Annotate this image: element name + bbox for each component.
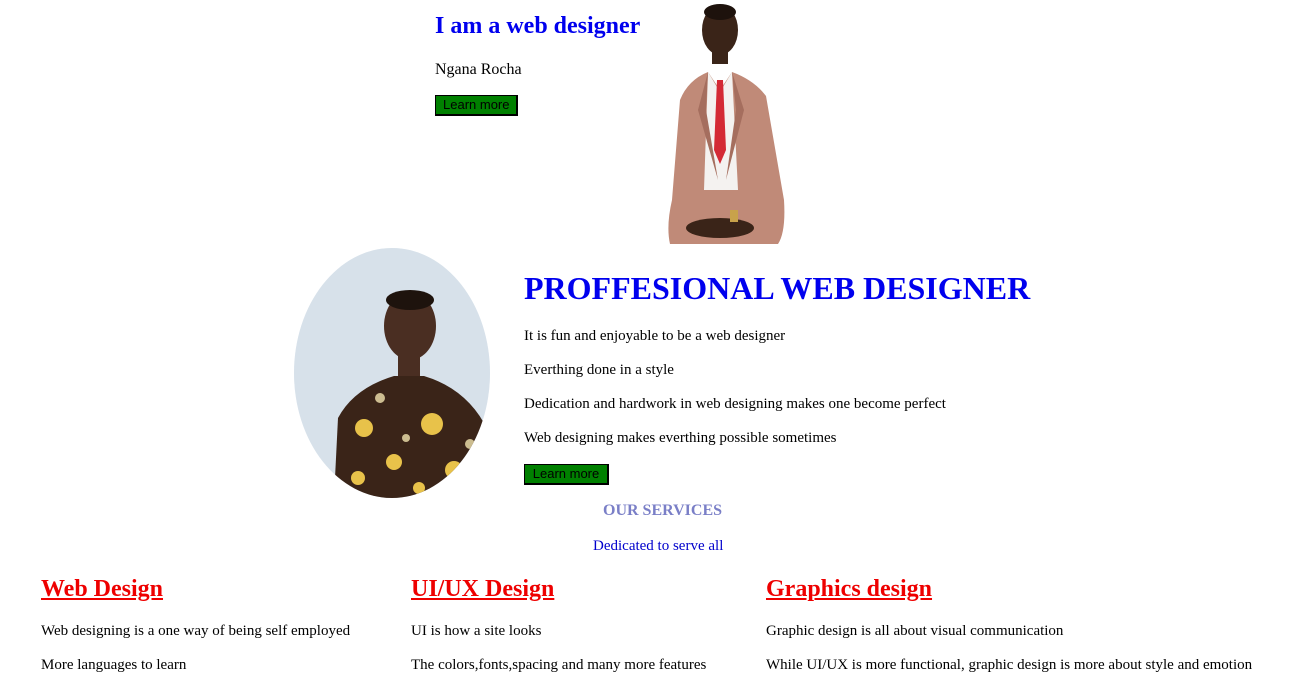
- profile-line: It is fun and enjoyable to be a web desi…: [524, 328, 786, 344]
- hero-title: I am a web designer: [435, 13, 641, 39]
- service-line: Web designing is a one way of being self…: [41, 623, 351, 639]
- hero-name: Ngana Rocha: [435, 61, 522, 78]
- hero-portrait-image: [668, 4, 785, 244]
- services-title: OUR SERVICES: [603, 502, 723, 519]
- profile-line: Dedication and hardwork in web designing…: [524, 396, 946, 412]
- profile-learn-more-button[interactable]: Learn more: [524, 464, 609, 485]
- profile-title: PROFFESIONAL WEB DESIGNER: [524, 270, 1031, 306]
- service-graphics-design-title: Graphics design: [766, 576, 933, 602]
- profile-line: Web designing makes everthing possible s…: [524, 430, 837, 446]
- service-line: The colors,fonts,spacing and many more f…: [411, 657, 707, 673]
- service-line: Graphic design is all about visual commu…: [766, 623, 1064, 639]
- services-subtitle: Dedicated to serve all: [593, 538, 724, 554]
- hero-learn-more-button[interactable]: Learn more: [435, 95, 518, 116]
- profile-line: Everthing done in a style: [524, 362, 674, 378]
- service-line: UI is how a site looks: [411, 623, 542, 639]
- service-line: While UI/UX is more functional, graphic …: [766, 657, 1253, 673]
- service-line: More languages to learn: [41, 657, 187, 673]
- service-web-design-title: Web Design: [41, 576, 164, 602]
- service-uiux-design-title: UI/UX Design: [411, 576, 555, 602]
- profile-portrait-image: [294, 248, 490, 498]
